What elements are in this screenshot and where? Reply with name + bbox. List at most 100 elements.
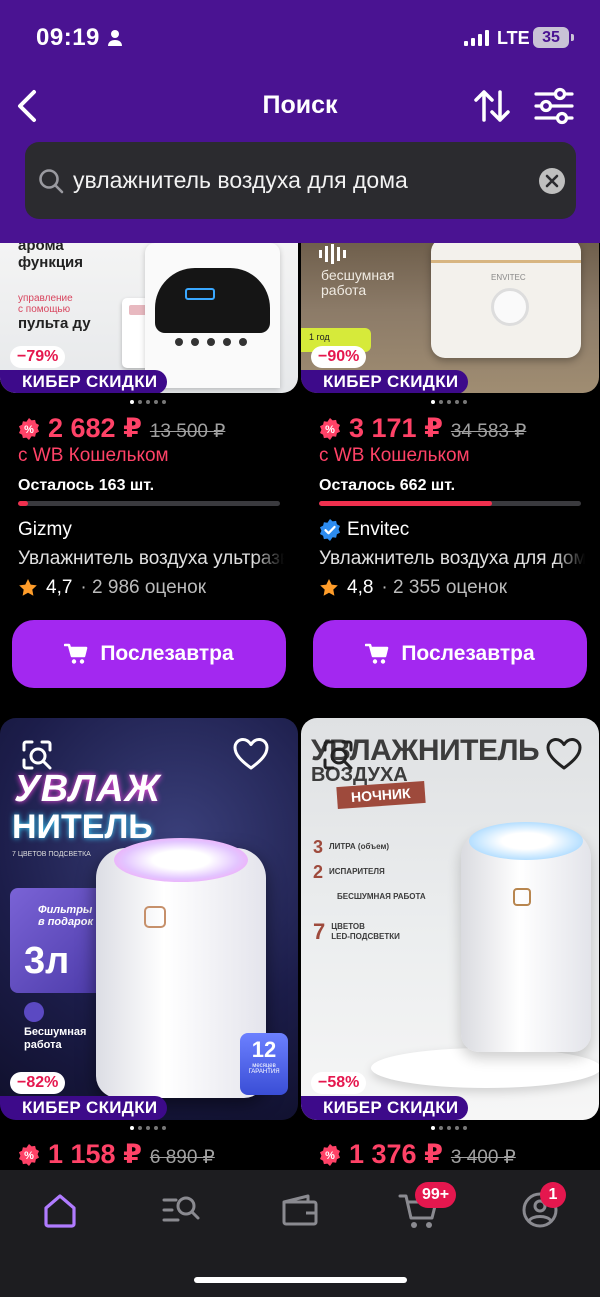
add-to-cart-button[interactable]: Послезавтра: [12, 620, 286, 688]
product-card[interactable]: УВЛАЖ НИТЕЛЬ 7 ЦВЕТОВ ПОДСВЕТКА Фильтры в…: [0, 718, 298, 1170]
stock-bar: [319, 501, 581, 506]
discount-percent-icon: %: [320, 418, 340, 440]
price: 3 171 ₽: [349, 413, 443, 443]
favorite-icon[interactable]: [232, 736, 270, 772]
warranty-sticker: 12 месяцев ГАРАНТИЯ: [240, 1033, 288, 1095]
svg-text:%: %: [325, 424, 335, 436]
network-label: LTE: [497, 28, 530, 48]
image-pager: [130, 400, 166, 406]
product-image[interactable]: УВЛАЖ НИТЕЛЬ 7 ЦВЕТОВ ПОДСВЕТКА Фильтры в…: [0, 718, 298, 1120]
wallet-price-note: с WB Кошельком: [18, 445, 169, 466]
price: 1 158 ₽: [48, 1139, 142, 1169]
discount-percent-icon: %: [320, 1144, 340, 1166]
catalog-search-icon[interactable]: [156, 1188, 204, 1232]
discount-badge: −58%: [311, 1072, 367, 1094]
search-input[interactable]: увлажнитель воздуха для дома: [25, 142, 576, 219]
image-caption: арома функция: [18, 243, 84, 271]
price: 1 376 ₽: [349, 1139, 443, 1169]
image-caption: управление с помощью: [18, 293, 73, 315]
verified-icon: [320, 519, 340, 541]
home-indicator: [194, 1277, 407, 1283]
humidifier-picture: ENVITEC: [431, 243, 581, 358]
promo-label: КИБЕР СКИДКИ: [301, 1096, 469, 1120]
sound-icon: [24, 1002, 44, 1022]
discount-badge: −79%: [10, 346, 66, 368]
brand-label: Gizmy: [18, 519, 72, 540]
price-row: % 2 682 ₽ 13 500 ₽: [18, 413, 225, 444]
find-similar-icon[interactable]: [18, 736, 56, 774]
brand-label: Envitec: [347, 519, 410, 540]
image-pager: [431, 1126, 467, 1132]
svg-text:%: %: [24, 1150, 34, 1162]
wallet-price-note: с WB Кошельком: [319, 445, 470, 466]
delivery-label: Послезавтра: [401, 642, 535, 665]
sound-wave-icon: [319, 243, 363, 265]
find-similar-icon[interactable]: [319, 736, 357, 774]
price-row: % 1 376 ₽ 3 400 ₽: [319, 1139, 516, 1170]
price-row: % 3 171 ₽ 34 583 ₽: [319, 413, 526, 444]
rating-value: 4,8: [347, 577, 374, 598]
review-count: · 2 986 оценок: [80, 577, 207, 598]
status-bar: 09:19 LTE 35: [0, 0, 600, 76]
app-header: 09:19 LTE 35 Поиск увлажнитель воздуха д…: [0, 0, 600, 243]
image-caption: НИТЕЛЬ: [12, 808, 153, 846]
stock-fill: [18, 501, 29, 506]
svg-text:%: %: [24, 424, 34, 436]
status-time: 09:19: [36, 24, 100, 51]
image-caption: бесшумная работа: [321, 267, 395, 298]
image-caption: НОЧНИК: [336, 780, 426, 810]
discount-percent-icon: %: [19, 1144, 39, 1166]
search-icon: [39, 169, 64, 194]
cart-icon: [365, 643, 389, 664]
rating-value: 4,7: [46, 577, 73, 598]
product-image[interactable]: бесшумная работа ENVITEC 1 год −90% КИБЕР…: [301, 243, 599, 393]
favorite-icon[interactable]: [545, 736, 583, 772]
feature-list: 3 ЛИТРА (объем) 2 ИСПАРИТЕЛЯ БЕСШУМНАЯ РАБ…: [313, 837, 426, 944]
svg-text:%: %: [325, 1150, 335, 1162]
image-caption: Бесшумная работа: [24, 1026, 87, 1051]
image-caption: 7 ЦВЕТОВ ПОДСВЕТКА: [12, 851, 91, 858]
image-caption: УВЛАЖ: [14, 768, 161, 810]
humidifier-picture: [461, 822, 591, 1052]
product-card[interactable]: арома функция управление с помощью пульта …: [0, 243, 298, 693]
filter-icon[interactable]: [530, 84, 578, 128]
product-card[interactable]: УВЛАЖНИТЕЛЬ ВОЗДУХА НОЧНИК 3 ЛИТРА (объем…: [301, 718, 599, 1170]
old-price: 13 500 ₽: [149, 421, 226, 442]
clear-search-button[interactable]: [539, 168, 565, 194]
discount-percent-icon: %: [19, 418, 39, 440]
stock-count: Осталось 163 шт.: [18, 477, 155, 494]
rating: 4,7 · 2 986 оценок: [18, 577, 206, 599]
price-row: % 1 158 ₽ 6 890 ₽: [18, 1139, 215, 1170]
person-icon: [108, 30, 122, 46]
review-count: · 2 355 оценок: [381, 577, 508, 598]
discount-badge: −82%: [10, 1072, 66, 1094]
notification-badge: 1: [540, 1182, 566, 1208]
old-price: 6 890 ₽: [149, 1147, 215, 1168]
product-name[interactable]: Увлажнитель воздуха ультразвуковой: [18, 548, 284, 570]
promo-label: КИБЕР СКИДКИ: [301, 370, 469, 393]
close-icon: [545, 174, 559, 188]
signal-icon: [464, 30, 494, 46]
humidifier-picture: [145, 243, 280, 388]
promo-label: КИБЕР СКИДКИ: [0, 1096, 168, 1120]
table-picture: [371, 1048, 599, 1088]
product-image[interactable]: арома функция управление с помощью пульта …: [0, 243, 298, 393]
product-name[interactable]: Увлажнитель воздуха для дома: [319, 548, 585, 570]
rating: 4,8 · 2 355 оценок: [319, 577, 507, 599]
image-caption: пульта ду: [18, 315, 91, 332]
stock-count: Осталось 662 шт.: [319, 477, 456, 494]
add-to-cart-button[interactable]: Послезавтра: [313, 620, 587, 688]
stock-fill: [319, 501, 492, 506]
nav-bar: Поиск: [0, 76, 600, 136]
home-icon[interactable]: [36, 1188, 84, 1232]
price: 2 682 ₽: [48, 413, 142, 443]
product-card[interactable]: бесшумная работа ENVITEC 1 год −90% КИБЕР…: [301, 243, 599, 693]
sort-icon[interactable]: [470, 84, 514, 128]
product-image[interactable]: УВЛАЖНИТЕЛЬ ВОЗДУХА НОЧНИК 3 ЛИТРА (объем…: [301, 718, 599, 1120]
brand-name[interactable]: Gizmy: [18, 519, 72, 541]
cart-count-badge: 99+: [415, 1182, 457, 1208]
search-query: увлажнитель воздуха для дома: [73, 167, 408, 193]
brand-name[interactable]: Envitec: [319, 519, 409, 541]
wallet-icon[interactable]: [276, 1188, 324, 1232]
stock-bar: [18, 501, 280, 506]
